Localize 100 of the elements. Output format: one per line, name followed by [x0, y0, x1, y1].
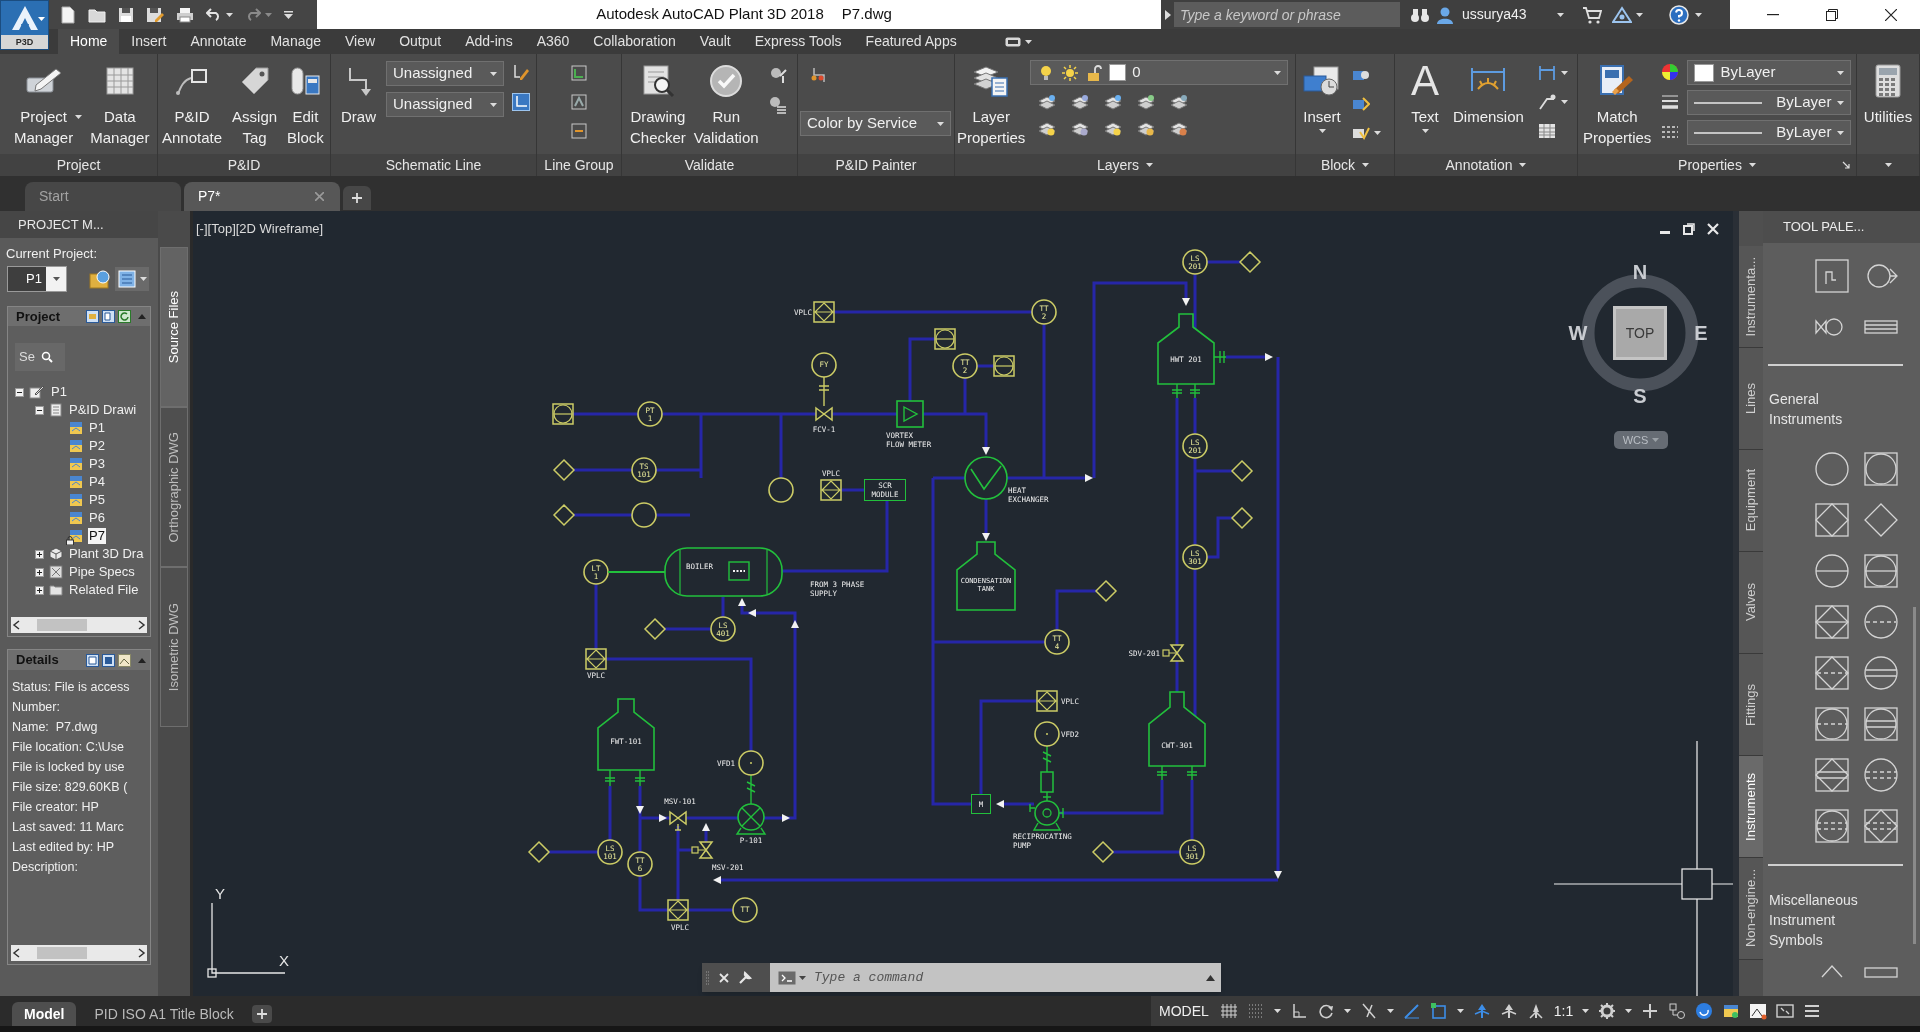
- tree-item[interactable]: P1: [88, 420, 106, 436]
- binoculars-icon[interactable]: [1410, 6, 1430, 23]
- menu-icon[interactable]: [1803, 1002, 1822, 1020]
- shapes-icon[interactable]: [1668, 1002, 1687, 1020]
- expand-icon[interactable]: [35, 585, 44, 595]
- scrollbar[interactable]: [11, 945, 147, 961]
- compass-direction[interactable]: E: [1694, 322, 1708, 344]
- viewport-close-icon[interactable]: [1707, 223, 1719, 235]
- palette-tab[interactable]: Lines: [1739, 348, 1763, 450]
- tree-item[interactable]: Plant 3D Dra: [68, 546, 145, 562]
- ribbon-button[interactable]: Utilities: [1863, 54, 1913, 127]
- wrench-icon[interactable]: [737, 969, 753, 986]
- ribbon-button[interactable]: Draw: [339, 54, 378, 127]
- tree-item[interactable]: P6: [88, 510, 106, 526]
- palette-tab[interactable]: Fittings: [1739, 654, 1763, 756]
- dropdown[interactable]: ByLayer: [1687, 90, 1852, 115]
- dropdown[interactable]: Unassigned: [386, 92, 504, 117]
- layer-tool-icon[interactable]: [1038, 93, 1057, 111]
- ribbon-button[interactable]: Edit Block: [285, 54, 326, 148]
- dialog-launcher-icon[interactable]: [1842, 161, 1850, 169]
- linetype-icon[interactable]: [1661, 123, 1680, 141]
- tree-item[interactable]: Pipe Specs: [68, 564, 136, 580]
- palette-tool[interactable]: [1863, 502, 1899, 538]
- palette-tool[interactable]: [1814, 502, 1850, 538]
- new-tab-button[interactable]: [343, 186, 371, 210]
- new-layout-button[interactable]: [251, 1005, 272, 1023]
- line-group-icon[interactable]: [570, 122, 588, 140]
- viewport-restore-icon[interactable]: [1683, 223, 1695, 235]
- slanted-lines-icon[interactable]: [1359, 1002, 1378, 1020]
- circular-arrow-icon[interactable]: [1316, 1002, 1335, 1020]
- palette-tool[interactable]: [1863, 655, 1899, 691]
- pen-line-icon[interactable]: [1402, 1002, 1421, 1020]
- hatch-grid-icon[interactable]: [1219, 1002, 1238, 1020]
- ribbon-button[interactable]: A Text: [1409, 54, 1441, 133]
- folder-globe-icon[interactable]: [89, 268, 111, 290]
- preview-icon[interactable]: [102, 653, 115, 667]
- help-icon[interactable]: [1668, 4, 1689, 25]
- fullscreen-icon[interactable]: [1776, 1002, 1795, 1020]
- search-input[interactable]: Se: [19, 347, 37, 367]
- scale-button[interactable]: 1:1: [1553, 1000, 1574, 1022]
- panel-toggle-icon[interactable]: [1004, 36, 1021, 47]
- figure-icon[interactable]: [1472, 1002, 1491, 1020]
- layer-tool-icon[interactable]: [1170, 93, 1189, 111]
- palette-tool[interactable]: [1863, 553, 1899, 589]
- ribbon-button[interactable]: Run Validation: [691, 54, 761, 148]
- ribbon-button[interactable]: Data Manager: [88, 54, 152, 148]
- scrollbar[interactable]: [11, 617, 147, 633]
- layer-tool-icon[interactable]: [1071, 93, 1090, 111]
- palette-tool[interactable]: [1863, 451, 1899, 487]
- expand-icon[interactable]: [35, 567, 44, 577]
- ribbon-button[interactable]: Match Properties: [1581, 54, 1654, 148]
- ribbon-tab[interactable]: Collaboration: [581, 29, 688, 54]
- ribbon-button[interactable]: Project Manager: [12, 54, 83, 148]
- triangle-icon[interactable]: [1611, 5, 1632, 24]
- dropdown[interactable]: 0: [1030, 60, 1289, 85]
- linear-dimension-icon[interactable]: [1537, 64, 1556, 82]
- search-field[interactable]: Type a keyword or phrase: [1174, 2, 1400, 27]
- palette-tool[interactable]: [1814, 706, 1850, 742]
- palette-tool[interactable]: [1814, 808, 1850, 844]
- view-icon[interactable]: [86, 653, 99, 667]
- line-group-icon[interactable]: [570, 93, 588, 111]
- tree-item[interactable]: Related File: [68, 582, 140, 598]
- block-icon[interactable]: [1352, 95, 1370, 113]
- ribbon-tab[interactable]: Output: [387, 29, 454, 54]
- viewcube-face[interactable]: TOP: [1613, 306, 1667, 360]
- ribbon-tab[interactable]: Express Tools: [742, 29, 854, 54]
- view-control[interactable]: [2D Wireframe]: [235, 221, 324, 237]
- ribbon-tab[interactable]: Vault: [687, 29, 743, 54]
- prompt-icon[interactable]: [778, 970, 796, 985]
- scrollbar[interactable]: [1913, 607, 1916, 944]
- ribbon-button[interactable]: Insert: [1300, 54, 1344, 133]
- side-tab[interactable]: Orthographic DWG: [160, 407, 188, 567]
- circle-badge-icon[interactable]: [1695, 1002, 1714, 1020]
- palette-tab[interactable]: Non-engine...: [1739, 858, 1763, 960]
- ribbon-button[interactable]: Dimension: [1451, 54, 1526, 127]
- model-space-button[interactable]: MODEL: [1157, 1000, 1211, 1022]
- plus-icon[interactable]: [1641, 1002, 1660, 1020]
- ribbon-button[interactable]: Layer Properties: [955, 54, 1028, 148]
- palette-tool[interactable]: [1863, 706, 1899, 742]
- compass-direction[interactable]: S: [1633, 385, 1647, 407]
- document-tab[interactable]: Start: [25, 182, 181, 211]
- dropdown[interactable]: ByLayer: [1687, 60, 1852, 85]
- refresh-icon[interactable]: [118, 310, 131, 323]
- collapse-arrow-icon[interactable]: [138, 657, 146, 663]
- ribbon-tab[interactable]: Add-ins: [453, 29, 525, 54]
- connector-icon[interactable]: [810, 66, 828, 84]
- application-button[interactable]: P3D: [0, 0, 49, 50]
- palette-tool[interactable]: [1814, 553, 1850, 589]
- palette-tab[interactable]: Instruments: [1739, 756, 1763, 858]
- tree-item[interactable]: P1: [50, 384, 68, 400]
- palette-tool[interactable]: [1814, 604, 1850, 640]
- leader-line-icon[interactable]: [1537, 93, 1556, 111]
- line-group-icon[interactable]: [570, 64, 588, 82]
- layer-tool-icon[interactable]: [1137, 93, 1156, 111]
- palette-tool[interactable]: [1814, 655, 1850, 691]
- palette-tab[interactable]: Valves: [1739, 552, 1763, 654]
- ribbon-tab[interactable]: Insert: [119, 29, 179, 54]
- compass-direction[interactable]: N: [1632, 261, 1648, 283]
- copy-icon[interactable]: [102, 310, 115, 323]
- view-control[interactable]: [Top]: [207, 221, 236, 237]
